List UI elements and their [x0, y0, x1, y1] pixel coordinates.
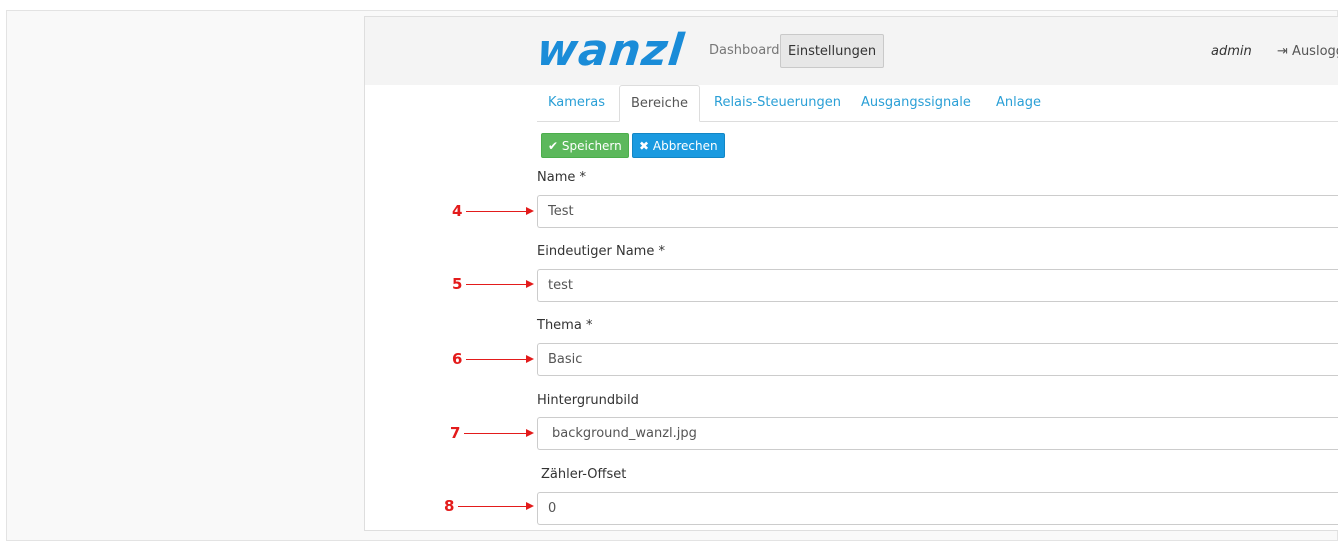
wanzl-logo[interactable]: wanzl: [534, 25, 687, 76]
counter-offset-input[interactable]: 0: [537, 492, 1338, 525]
tab-kameras[interactable]: Kameras: [537, 85, 616, 121]
logout-label: Ausloggen: [1292, 44, 1338, 59]
close-icon: ✖: [639, 139, 650, 153]
theme-label: Thema *: [537, 318, 593, 333]
annotation-number: 4: [452, 202, 463, 220]
annotation-number: 6: [452, 350, 463, 368]
annotation-arrow-line: [458, 506, 526, 507]
counter-offset-label: Zähler-Offset: [541, 467, 627, 482]
name-input[interactable]: Test: [537, 195, 1338, 228]
annotation-arrow-line: [466, 359, 526, 360]
tab-anlage[interactable]: Anlage: [985, 85, 1052, 121]
background-image-label: Hintergrundbild: [537, 393, 639, 408]
tab-bereiche[interactable]: Bereiche: [619, 85, 700, 122]
annotation-arrow-line: [464, 433, 526, 434]
logout-link[interactable]: ⇥ Ausloggen: [1277, 44, 1338, 59]
background-image-input[interactable]: background_wanzl.jpg: [537, 417, 1338, 450]
check-icon: ✔: [548, 139, 559, 153]
tab-relais-steuerungen[interactable]: Relais-Steuerungen: [703, 85, 852, 121]
arrow-right-icon: [526, 280, 534, 288]
theme-select[interactable]: Basic: [537, 343, 1338, 376]
arrow-right-icon: [526, 429, 534, 437]
sign-out-icon: ⇥: [1277, 44, 1288, 59]
tab-ausgangssignale[interactable]: Ausgangssignale: [850, 85, 982, 121]
nav-dashboard-link[interactable]: Dashboard: [709, 43, 780, 58]
annotation-number: 7: [450, 424, 461, 442]
annotation-number: 5: [452, 275, 463, 293]
save-label: Speichern: [561, 139, 622, 153]
annotation-arrow-line: [466, 284, 526, 285]
annotation-number: 8: [444, 497, 455, 515]
top-navbar: wanzl Dashboard Einstellungen admin ⇥ Au…: [365, 17, 1338, 85]
cancel-button[interactable]: ✖ Abbrechen: [632, 133, 725, 158]
unique-name-input[interactable]: test: [537, 269, 1338, 302]
arrow-right-icon: [526, 207, 534, 215]
app-panel: wanzl Dashboard Einstellungen admin ⇥ Au…: [364, 16, 1338, 531]
nav-settings-button[interactable]: Einstellungen: [780, 34, 885, 68]
unique-name-label: Eindeutiger Name *: [537, 244, 665, 259]
arrow-right-icon: [526, 502, 534, 510]
cancel-label: Abbrechen: [652, 139, 718, 153]
annotation-arrow-line: [466, 211, 526, 212]
arrow-right-icon: [526, 355, 534, 363]
settings-tabs: Kameras Bereiche Relais-Steuerungen Ausg…: [537, 85, 1338, 122]
name-label: Name *: [537, 170, 586, 185]
save-button[interactable]: ✔ Speichern: [541, 133, 629, 158]
user-name: admin: [1211, 44, 1252, 59]
